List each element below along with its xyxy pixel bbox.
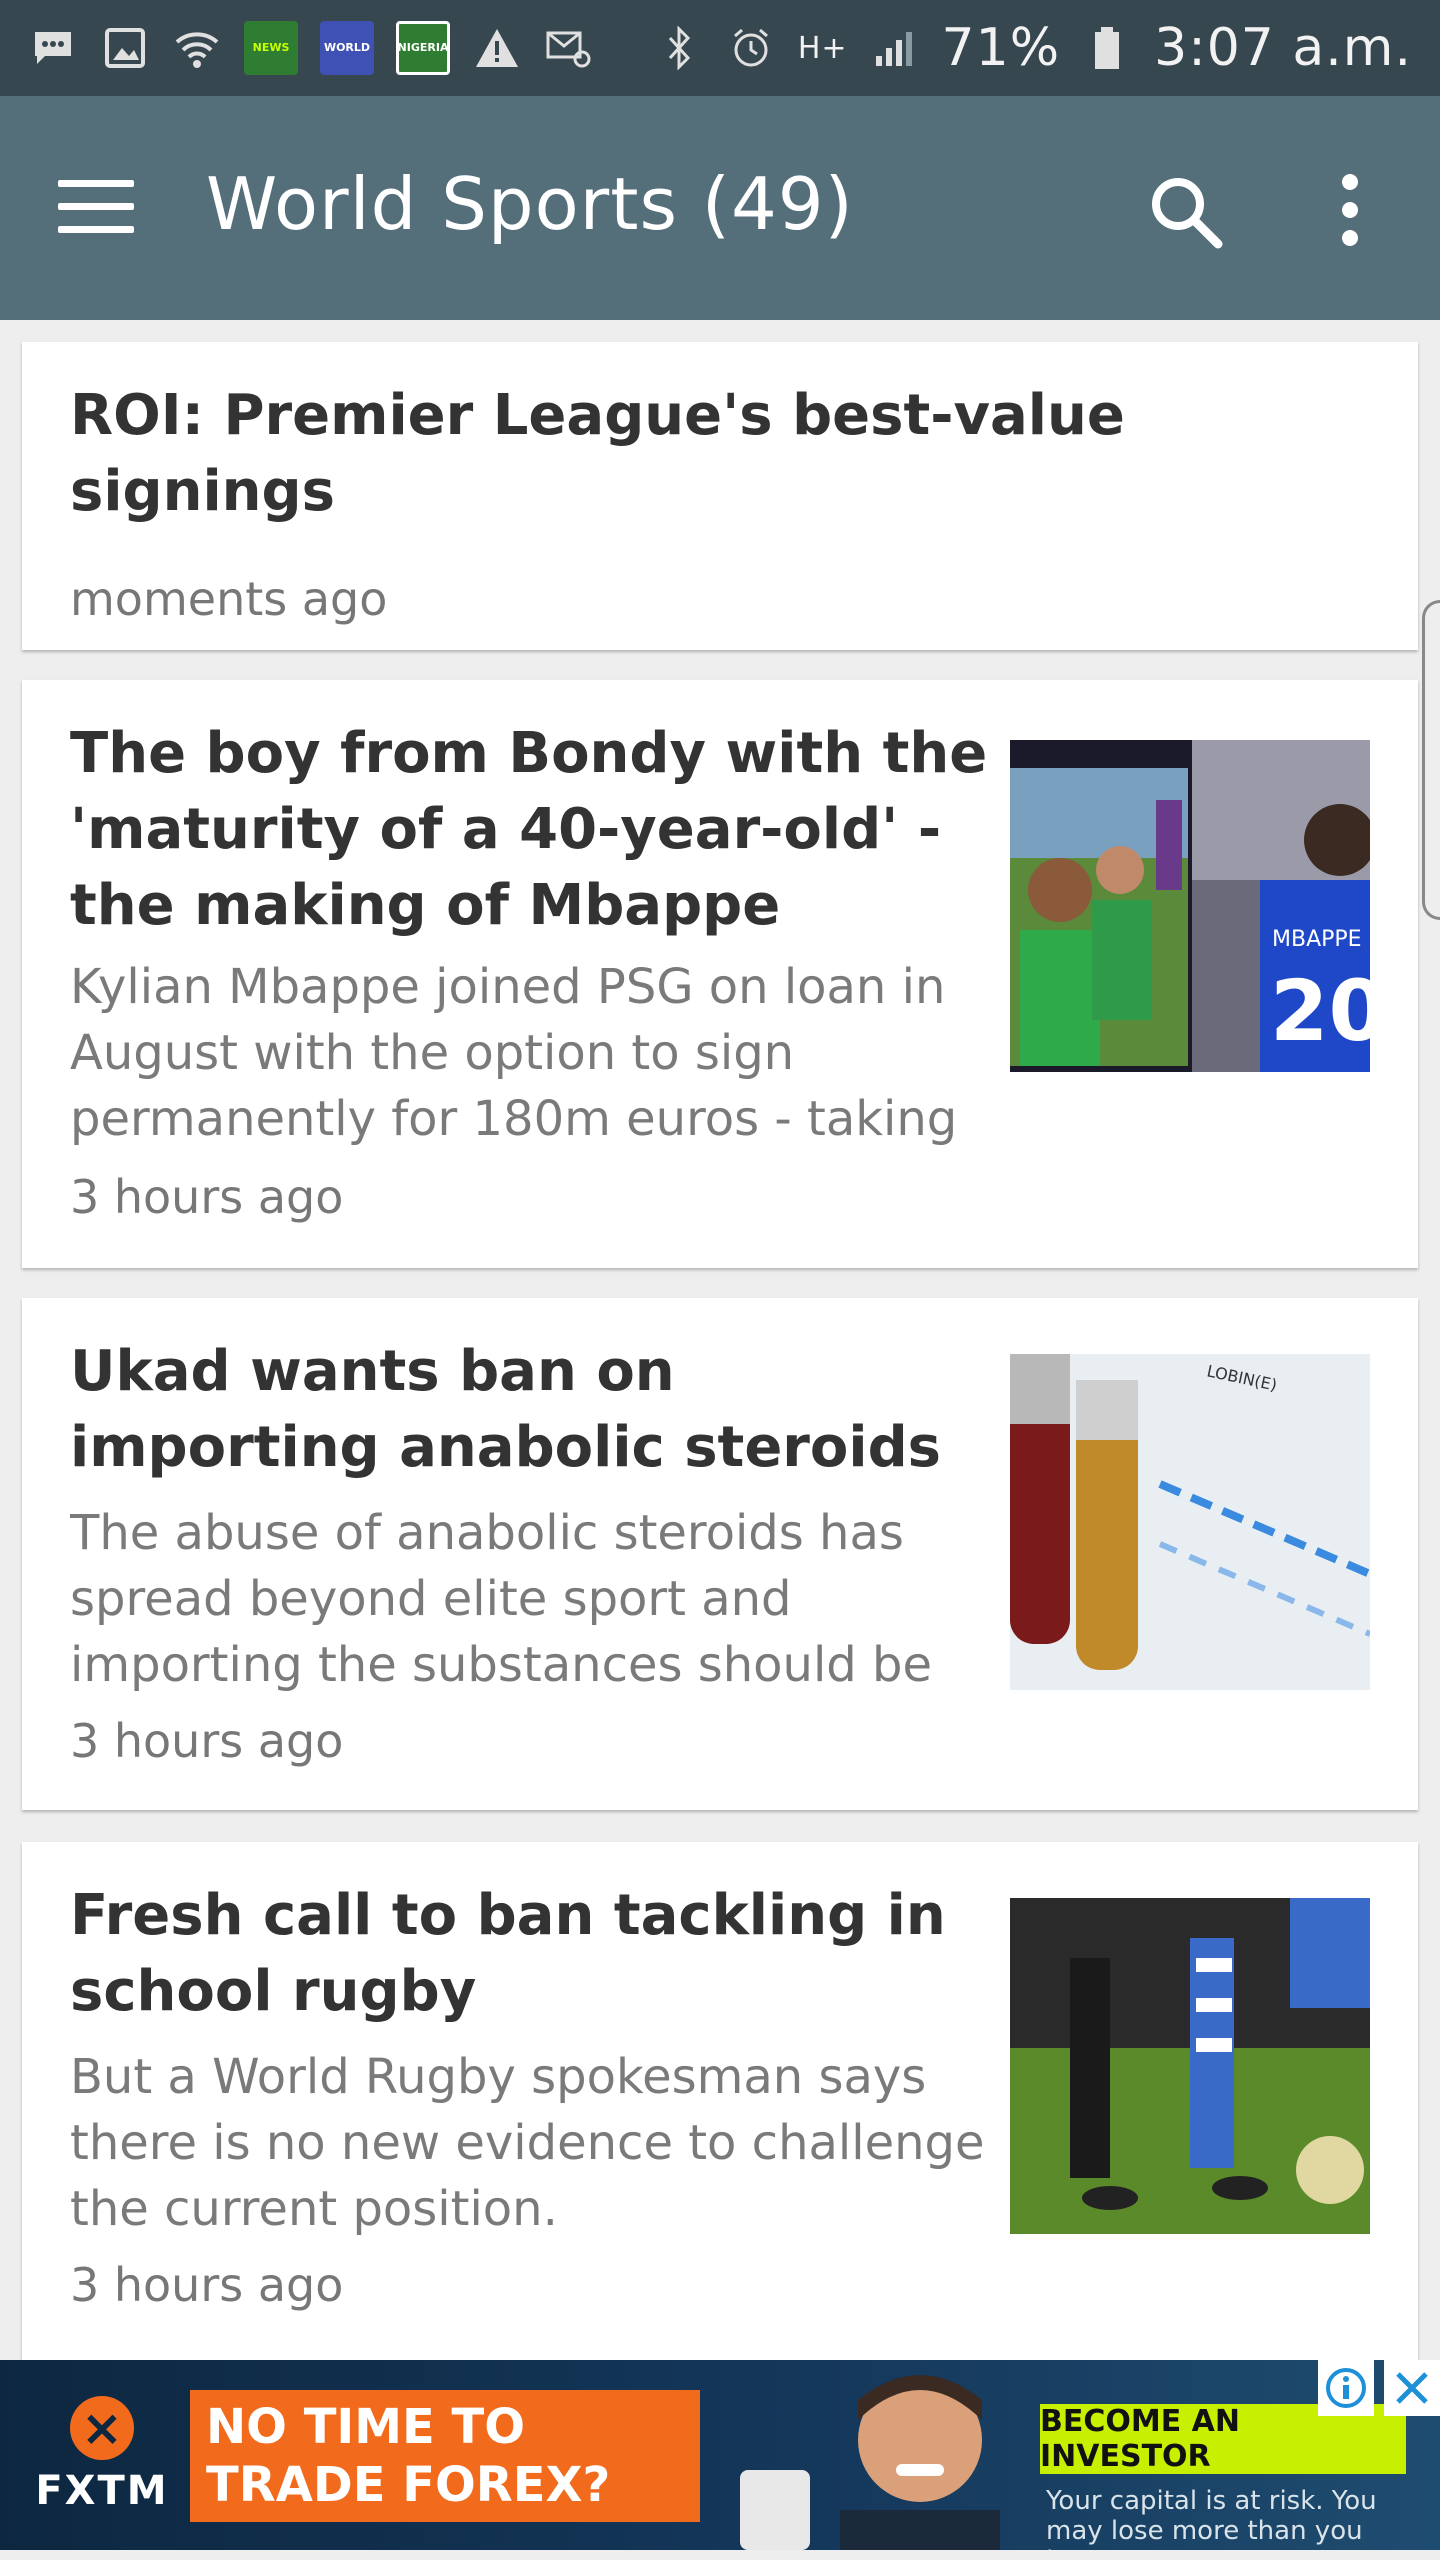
network-type: H+ xyxy=(797,30,848,66)
article-time: moments ago xyxy=(70,572,388,626)
warning-icon xyxy=(472,23,522,73)
nigeria-newspapers-app-icon: NIGERIA xyxy=(396,21,450,75)
article-card[interactable]: ROI: Premier League's best-value signing… xyxy=(22,342,1418,650)
hamburger-menu-icon[interactable] xyxy=(58,180,134,236)
mail-settings-icon xyxy=(544,23,594,73)
fxtm-logo: × FXTM xyxy=(22,2396,182,2514)
article-description: But a World Rugby spokesman says there i… xyxy=(70,2049,985,2237)
article-time: 3 hours ago xyxy=(70,2258,344,2312)
jersey-name: MBAPPE xyxy=(1272,927,1362,952)
world-news-app-icon: WORLD xyxy=(320,21,374,75)
ad-banner[interactable]: × FXTM NO TIME TO TRADE FOREX? BECOME AN… xyxy=(0,2360,1440,2550)
article-thumbnail: LOBIN(E) xyxy=(1010,1354,1370,1690)
article-description: The abuse of anabolic steroids has sprea… xyxy=(70,1505,933,1693)
article-title: Ukad wants ban on importing anabolic ste… xyxy=(70,1339,942,1480)
system-icons: H+ 71% 3:07 a.m. xyxy=(654,18,1412,78)
bluetooth-icon xyxy=(654,23,704,73)
article-description: Kylian Mbappe joined PSG on loan in Augu… xyxy=(70,959,958,1147)
ad-headline: NO TIME TO TRADE FOREX? xyxy=(190,2390,700,2522)
message-icon xyxy=(28,23,78,73)
battery-icon xyxy=(1082,23,1132,73)
article-card[interactable]: Fresh call to ban tackling in school rug… xyxy=(22,1842,1418,2362)
search-icon[interactable] xyxy=(1146,172,1226,252)
article-card[interactable]: Ukad wants ban on importing anabolic ste… xyxy=(22,1298,1418,1810)
battery-percent: 71% xyxy=(941,18,1061,78)
scroll-indicator[interactable] xyxy=(1422,600,1440,920)
wifi-icon xyxy=(172,23,222,73)
article-thumbnail xyxy=(1010,1898,1370,2234)
article-time: 3 hours ago xyxy=(70,1170,344,1224)
article-time: 3 hours ago xyxy=(70,1714,344,1768)
notification-icons: NEWS WORLD NIGERIA xyxy=(28,21,594,75)
signal-icon xyxy=(870,23,920,73)
app-bar: World Sports (49) xyxy=(0,96,1440,320)
article-thumbnail: MBAPPE 20 xyxy=(1010,740,1370,1072)
overflow-menu-icon[interactable] xyxy=(1330,174,1370,246)
alarm-icon xyxy=(726,23,776,73)
clock: 3:07 a.m. xyxy=(1154,18,1412,78)
ad-disclaimer: Your capital is at risk. You may lose mo… xyxy=(1046,2486,1377,2550)
status-bar: NEWS WORLD NIGERIA H+ 71% 3:07 a.m. xyxy=(0,0,1440,96)
ad-close-icon[interactable] xyxy=(1384,2360,1440,2416)
article-title: The boy from Bondy with the 'maturity of… xyxy=(70,721,988,938)
jersey-number: 20 xyxy=(1270,962,1370,1060)
ad-person-image xyxy=(720,2360,1050,2550)
article-title: ROI: Premier League's best-value signing… xyxy=(70,383,1125,524)
ad-info-icon[interactable] xyxy=(1318,2360,1374,2416)
gallery-icon xyxy=(100,23,150,73)
news-app-icon: NEWS xyxy=(244,21,298,75)
article-card[interactable]: The boy from Bondy with the 'maturity of… xyxy=(22,680,1418,1268)
page-title: World Sports (49) xyxy=(206,162,854,246)
article-title: Fresh call to ban tackling in school rug… xyxy=(70,1883,946,2024)
